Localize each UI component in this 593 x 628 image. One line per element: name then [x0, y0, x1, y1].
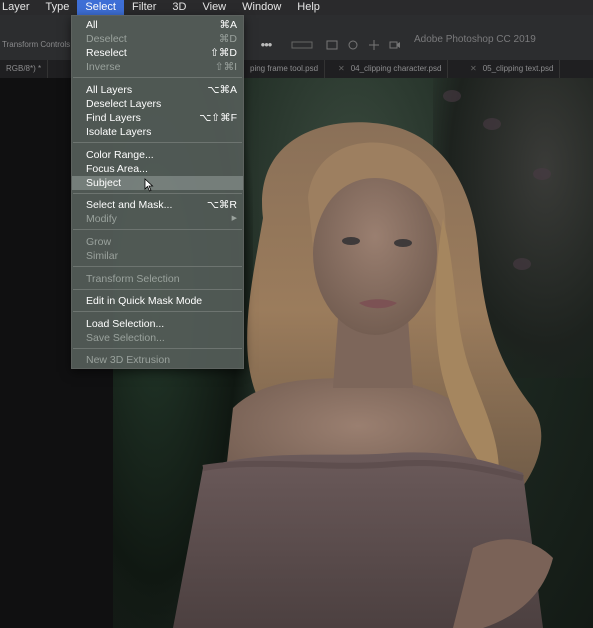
- 3d-mode-icon[interactable]: [347, 40, 359, 50]
- menu-view[interactable]: View: [194, 0, 234, 15]
- menu-window[interactable]: Window: [234, 0, 289, 15]
- menu-layer[interactable]: Layer: [0, 0, 38, 15]
- menu-item-new-3d-extrusion[interactable]: New 3D Extrusion: [72, 353, 243, 367]
- menu-item-focus-area[interactable]: Focus Area...: [72, 162, 243, 176]
- menu-help[interactable]: Help: [289, 0, 328, 15]
- menu-item-similar[interactable]: Similar: [72, 249, 243, 263]
- app-title: Adobe Photoshop CC 2019: [414, 34, 536, 45]
- shortcut-label: ⌘D: [218, 33, 237, 45]
- menu-separator: [73, 193, 242, 194]
- menu-item-select-and-mask[interactable]: Select and Mask... ⌥⌘R: [72, 198, 243, 212]
- tab-label: 04_clipping character.psd: [350, 64, 442, 73]
- menu-item-label: Select and Mask...: [86, 199, 173, 211]
- menu-3d[interactable]: 3D: [164, 0, 194, 15]
- shortcut-label: ⌥⇧⌘F: [199, 112, 237, 124]
- shortcut-label: ⌥⌘R: [206, 199, 237, 211]
- shortcut-label: ⇧⌘D: [210, 47, 237, 59]
- cursor-icon: [144, 178, 154, 192]
- shortcut-label: ⌥⌘A: [207, 84, 237, 96]
- menu-separator: [73, 311, 242, 312]
- menu-item-label: Isolate Layers: [86, 126, 152, 138]
- submenu-arrow-icon: ▶: [231, 215, 237, 222]
- menu-item-save-selection[interactable]: Save Selection...: [72, 331, 243, 345]
- menu-item-inverse[interactable]: Inverse ⇧⌘I: [72, 60, 243, 74]
- tab-current-document[interactable]: RGB/8*) *: [0, 60, 49, 78]
- menu-item-label: Save Selection...: [86, 332, 165, 344]
- menu-separator: [73, 77, 242, 78]
- tab-label: RGB/8*) *: [6, 64, 42, 73]
- menu-item-label: Focus Area...: [86, 163, 148, 175]
- close-icon[interactable]: ✕: [338, 64, 345, 73]
- menu-item-reselect[interactable]: Reselect ⇧⌘D: [72, 46, 243, 60]
- tab-frame-tool[interactable]: ping frame tool.psd: [244, 60, 326, 78]
- menu-separator: [73, 289, 242, 290]
- menu-separator: [73, 348, 242, 349]
- menu-item-label: Color Range...: [86, 149, 154, 161]
- tab-label: 05_clipping text.psd: [482, 64, 554, 73]
- menu-item-label: Deselect Layers: [86, 98, 162, 110]
- menu-separator: [73, 142, 242, 143]
- menu-item-label: Subject: [86, 177, 122, 189]
- menu-item-label: Inverse: [86, 61, 121, 73]
- shortcut-label: ⌘A: [219, 19, 237, 31]
- tab-label: ping frame tool.psd: [250, 64, 319, 73]
- menu-item-label: Find Layers: [86, 112, 141, 124]
- menu-item-label: All: [86, 19, 98, 31]
- menu-item-isolate-layers[interactable]: Isolate Layers: [72, 125, 243, 139]
- move-icon[interactable]: [368, 40, 380, 50]
- menu-item-all-layers[interactable]: All Layers ⌥⌘A: [72, 83, 243, 97]
- tab-clipping-character[interactable]: ✕ 04_clipping character.psd: [332, 60, 449, 78]
- menu-item-label: Load Selection...: [86, 318, 165, 330]
- menu-item-modify[interactable]: Modify ▶: [72, 212, 243, 226]
- menu-item-label: New 3D Extrusion: [86, 354, 171, 366]
- menu-item-transform-selection[interactable]: Transform Selection: [72, 272, 243, 286]
- menu-item-label: Edit in Quick Mask Mode: [86, 295, 203, 307]
- menu-item-deselect[interactable]: Deselect ⌘D: [72, 32, 243, 46]
- menu-separator: [73, 229, 242, 230]
- select-menu: All ⌘A Deselect ⌘D Reselect ⇧⌘D Inverse …: [71, 15, 244, 369]
- options-icons: •••: [260, 38, 401, 51]
- distribute-icon[interactable]: [326, 40, 338, 50]
- menu-type[interactable]: Type: [38, 0, 78, 15]
- menu-item-label: Modify: [86, 213, 117, 225]
- transform-controls-checkbox[interactable]: Transform Controls: [2, 40, 70, 49]
- menu-item-label: Deselect: [86, 33, 127, 45]
- menu-item-label: Transform Selection: [86, 273, 180, 285]
- close-icon[interactable]: ✕: [470, 64, 477, 73]
- menu-item-subject[interactable]: Subject: [72, 176, 243, 190]
- video-icon[interactable]: [389, 40, 401, 50]
- menu-item-find-layers[interactable]: Find Layers ⌥⇧⌘F: [72, 111, 243, 125]
- menu-item-label: Similar: [86, 250, 119, 262]
- menu-item-color-range[interactable]: Color Range...: [72, 148, 243, 162]
- menu-bar: Layer Type Select Filter 3D View Window …: [0, 0, 593, 15]
- align-icon[interactable]: [291, 40, 313, 50]
- menu-item-deselect-layers[interactable]: Deselect Layers: [72, 97, 243, 111]
- menu-separator: [73, 266, 242, 267]
- menu-filter[interactable]: Filter: [124, 0, 164, 15]
- menu-item-quick-mask[interactable]: Edit in Quick Mask Mode: [72, 294, 243, 308]
- more-icon[interactable]: •••: [260, 38, 273, 51]
- menu-item-label: Reselect: [86, 47, 127, 59]
- menu-item-all[interactable]: All ⌘A: [72, 18, 243, 32]
- menu-item-label: All Layers: [86, 84, 133, 96]
- tab-clipping-text[interactable]: ✕ 05_clipping text.psd: [464, 60, 561, 78]
- menu-select[interactable]: Select: [77, 0, 124, 15]
- menu-item-grow[interactable]: Grow: [72, 235, 243, 249]
- shortcut-label: ⇧⌘I: [214, 61, 237, 73]
- menu-item-load-selection[interactable]: Load Selection...: [72, 317, 243, 331]
- menu-item-label: Grow: [86, 236, 112, 248]
